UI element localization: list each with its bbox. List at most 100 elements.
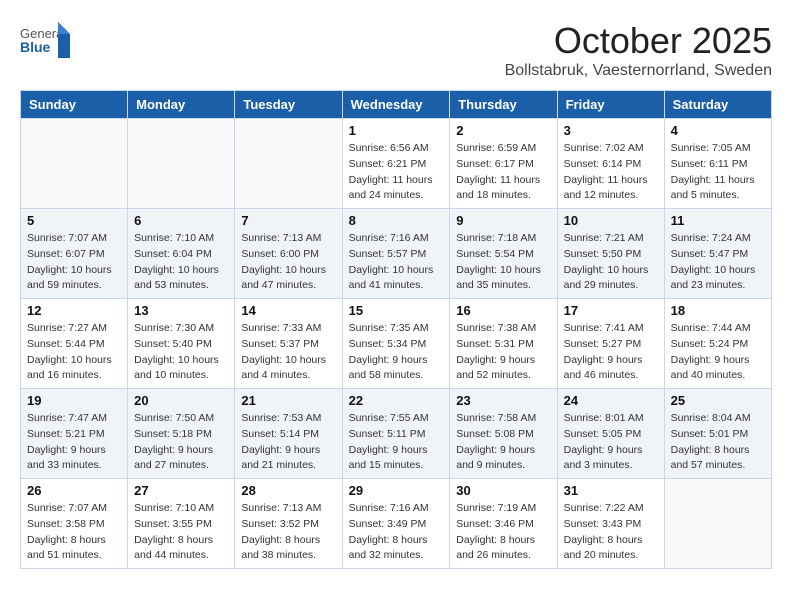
table-row: 23 Sunrise: 7:58 AM Sunset: 5:08 PM Dayli… bbox=[450, 389, 557, 479]
calendar-table: Sunday Monday Tuesday Wednesday Thursday… bbox=[20, 90, 772, 569]
calendar-header-row: Sunday Monday Tuesday Wednesday Thursday… bbox=[21, 91, 772, 119]
table-row: 4 Sunrise: 7:05 AM Sunset: 6:11 PM Daylig… bbox=[664, 119, 771, 209]
day-number: 10 bbox=[564, 213, 658, 228]
col-wednesday: Wednesday bbox=[342, 91, 450, 119]
day-number: 27 bbox=[134, 483, 228, 498]
table-row: 22 Sunrise: 7:55 AM Sunset: 5:11 PM Dayli… bbox=[342, 389, 450, 479]
day-info: Sunrise: 7:55 AM Sunset: 5:11 PM Dayligh… bbox=[349, 411, 444, 474]
table-row: 8 Sunrise: 7:16 AM Sunset: 5:57 PM Daylig… bbox=[342, 209, 450, 299]
day-info: Sunrise: 7:53 AM Sunset: 5:14 PM Dayligh… bbox=[241, 411, 335, 474]
day-info: Sunrise: 7:16 AM Sunset: 3:49 PM Dayligh… bbox=[349, 501, 444, 564]
table-row: 27Sunrise: 7:10 AM Sunset: 3:55 PM Dayli… bbox=[128, 479, 235, 569]
table-row: 1Sunrise: 6:56 AM Sunset: 6:21 PM Daylig… bbox=[342, 119, 450, 209]
day-info: Sunrise: 7:24 AM Sunset: 5:47 PM Dayligh… bbox=[671, 231, 765, 294]
day-info: Sunrise: 7:33 AM Sunset: 5:37 PM Dayligh… bbox=[241, 321, 335, 384]
day-info: Sunrise: 7:10 AM Sunset: 6:04 PM Dayligh… bbox=[134, 231, 228, 294]
day-number: 4 bbox=[671, 123, 765, 138]
day-number: 26 bbox=[27, 483, 121, 498]
table-row: 30 Sunrise: 7:19 AM Sunset: 3:46 PM Dayli… bbox=[450, 479, 557, 569]
table-row: 13 Sunrise: 7:30 AM Sunset: 5:40 PM Dayli… bbox=[128, 299, 235, 389]
calendar-week-row: 5 Sunrise: 7:07 AM Sunset: 6:07 PM Daylig… bbox=[21, 209, 772, 299]
table-row: 26 Sunrise: 7:07 AM Sunset: 3:58 PM Dayli… bbox=[21, 479, 128, 569]
day-number: 18 bbox=[671, 303, 765, 318]
day-number: 24 bbox=[564, 393, 658, 408]
table-row: 5 Sunrise: 7:07 AM Sunset: 6:07 PM Daylig… bbox=[21, 209, 128, 299]
col-tuesday: Tuesday bbox=[235, 91, 342, 119]
day-info: Sunrise: 7:30 AM Sunset: 5:40 PM Dayligh… bbox=[134, 321, 228, 384]
calendar-title: October 2025 bbox=[505, 20, 772, 62]
day-info: Sunrise: 7:58 AM Sunset: 5:08 PM Dayligh… bbox=[456, 411, 550, 474]
day-info: Sunrise: 7:41 AM Sunset: 5:27 PM Dayligh… bbox=[564, 321, 658, 384]
calendar-week-row: 12 Sunrise: 7:27 AM Sunset: 5:44 PM Dayli… bbox=[21, 299, 772, 389]
day-number: 7 bbox=[241, 213, 335, 228]
day-info: Sunrise: 7:22 AM Sunset: 3:43 PM Dayligh… bbox=[564, 501, 658, 564]
day-number: 3 bbox=[564, 123, 658, 138]
day-info: Sunrise: 7:13 AM Sunset: 6:00 PM Dayligh… bbox=[241, 231, 335, 294]
table-row: 2 Sunrise: 6:59 AM Sunset: 6:17 PM Daylig… bbox=[450, 119, 557, 209]
table-row bbox=[235, 119, 342, 209]
table-row: 20Sunrise: 7:50 AM Sunset: 5:18 PM Dayli… bbox=[128, 389, 235, 479]
day-info: Sunrise: 6:59 AM Sunset: 6:17 PM Dayligh… bbox=[456, 141, 550, 204]
col-sunday: Sunday bbox=[21, 91, 128, 119]
day-number: 5 bbox=[27, 213, 121, 228]
day-number: 8 bbox=[349, 213, 444, 228]
logo: General Blue bbox=[20, 20, 70, 60]
day-info: Sunrise: 7:44 AM Sunset: 5:24 PM Dayligh… bbox=[671, 321, 765, 384]
table-row: 15 Sunrise: 7:35 AM Sunset: 5:34 PM Dayli… bbox=[342, 299, 450, 389]
table-row: 14 Sunrise: 7:33 AM Sunset: 5:37 PM Dayli… bbox=[235, 299, 342, 389]
table-row bbox=[128, 119, 235, 209]
day-number: 23 bbox=[456, 393, 550, 408]
table-row: 29 Sunrise: 7:16 AM Sunset: 3:49 PM Dayli… bbox=[342, 479, 450, 569]
table-row: 6 Sunrise: 7:10 AM Sunset: 6:04 PM Daylig… bbox=[128, 209, 235, 299]
calendar-week-row: 1Sunrise: 6:56 AM Sunset: 6:21 PM Daylig… bbox=[21, 119, 772, 209]
day-info: Sunrise: 7:19 AM Sunset: 3:46 PM Dayligh… bbox=[456, 501, 550, 564]
svg-text:Blue: Blue bbox=[20, 39, 51, 55]
table-row: 10Sunrise: 7:21 AM Sunset: 5:50 PM Dayli… bbox=[557, 209, 664, 299]
day-number: 2 bbox=[456, 123, 550, 138]
day-number: 19 bbox=[27, 393, 121, 408]
day-info: Sunrise: 7:35 AM Sunset: 5:34 PM Dayligh… bbox=[349, 321, 444, 384]
day-number: 29 bbox=[349, 483, 444, 498]
day-number: 22 bbox=[349, 393, 444, 408]
page-header: General Blue October 2025 Bollstabruk, V… bbox=[20, 20, 772, 80]
day-info: Sunrise: 8:04 AM Sunset: 5:01 PM Dayligh… bbox=[671, 411, 765, 474]
day-info: Sunrise: 7:07 AM Sunset: 6:07 PM Dayligh… bbox=[27, 231, 121, 294]
day-info: Sunrise: 7:07 AM Sunset: 3:58 PM Dayligh… bbox=[27, 501, 121, 564]
title-block: October 2025 Bollstabruk, Vaesternorrlan… bbox=[505, 20, 772, 80]
calendar-week-row: 19Sunrise: 7:47 AM Sunset: 5:21 PM Dayli… bbox=[21, 389, 772, 479]
table-row: 31 Sunrise: 7:22 AM Sunset: 3:43 PM Dayli… bbox=[557, 479, 664, 569]
col-thursday: Thursday bbox=[450, 91, 557, 119]
col-monday: Monday bbox=[128, 91, 235, 119]
day-number: 11 bbox=[671, 213, 765, 228]
table-row: 7 Sunrise: 7:13 AM Sunset: 6:00 PM Daylig… bbox=[235, 209, 342, 299]
calendar-week-row: 26 Sunrise: 7:07 AM Sunset: 3:58 PM Dayli… bbox=[21, 479, 772, 569]
day-info: Sunrise: 8:01 AM Sunset: 5:05 PM Dayligh… bbox=[564, 411, 658, 474]
table-row: 24 Sunrise: 8:01 AM Sunset: 5:05 PM Dayli… bbox=[557, 389, 664, 479]
day-info: Sunrise: 7:16 AM Sunset: 5:57 PM Dayligh… bbox=[349, 231, 444, 294]
day-info: Sunrise: 7:27 AM Sunset: 5:44 PM Dayligh… bbox=[27, 321, 121, 384]
day-info: Sunrise: 7:02 AM Sunset: 6:14 PM Dayligh… bbox=[564, 141, 658, 204]
table-row: 12 Sunrise: 7:27 AM Sunset: 5:44 PM Dayli… bbox=[21, 299, 128, 389]
table-row: 28Sunrise: 7:13 AM Sunset: 3:52 PM Dayli… bbox=[235, 479, 342, 569]
day-number: 30 bbox=[456, 483, 550, 498]
day-info: Sunrise: 7:18 AM Sunset: 5:54 PM Dayligh… bbox=[456, 231, 550, 294]
day-info: Sunrise: 7:50 AM Sunset: 5:18 PM Dayligh… bbox=[134, 411, 228, 474]
day-number: 31 bbox=[564, 483, 658, 498]
table-row: 11 Sunrise: 7:24 AM Sunset: 5:47 PM Dayli… bbox=[664, 209, 771, 299]
col-friday: Friday bbox=[557, 91, 664, 119]
day-number: 13 bbox=[134, 303, 228, 318]
calendar-location: Bollstabruk, Vaesternorrland, Sweden bbox=[505, 62, 772, 80]
day-info: Sunrise: 7:05 AM Sunset: 6:11 PM Dayligh… bbox=[671, 141, 765, 204]
day-number: 16 bbox=[456, 303, 550, 318]
day-number: 6 bbox=[134, 213, 228, 228]
day-number: 15 bbox=[349, 303, 444, 318]
table-row: 9Sunrise: 7:18 AM Sunset: 5:54 PM Daylig… bbox=[450, 209, 557, 299]
day-number: 14 bbox=[241, 303, 335, 318]
table-row: 21 Sunrise: 7:53 AM Sunset: 5:14 PM Dayli… bbox=[235, 389, 342, 479]
day-number: 12 bbox=[27, 303, 121, 318]
day-number: 1 bbox=[349, 123, 444, 138]
day-number: 28 bbox=[241, 483, 335, 498]
day-number: 21 bbox=[241, 393, 335, 408]
day-number: 25 bbox=[671, 393, 765, 408]
table-row: 25 Sunrise: 8:04 AM Sunset: 5:01 PM Dayli… bbox=[664, 389, 771, 479]
